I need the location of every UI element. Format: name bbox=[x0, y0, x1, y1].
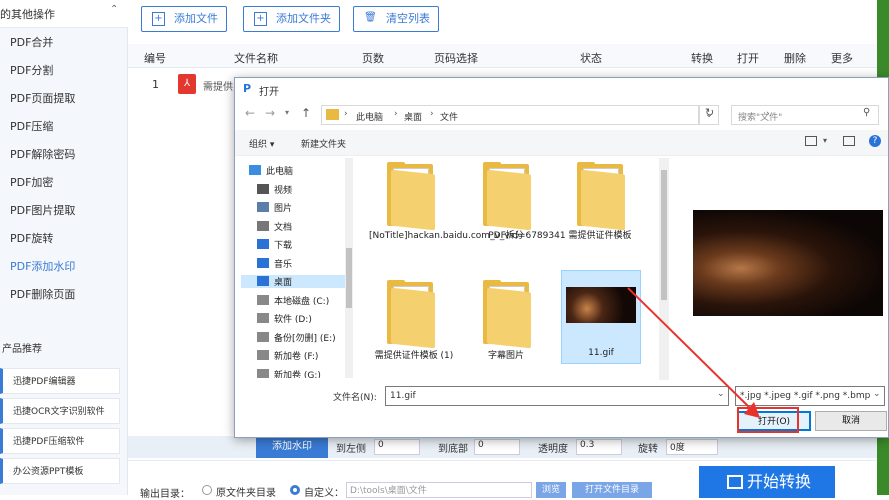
annotation-overlay bbox=[627, 287, 799, 433]
annotation-arrow-line bbox=[627, 287, 752, 410]
